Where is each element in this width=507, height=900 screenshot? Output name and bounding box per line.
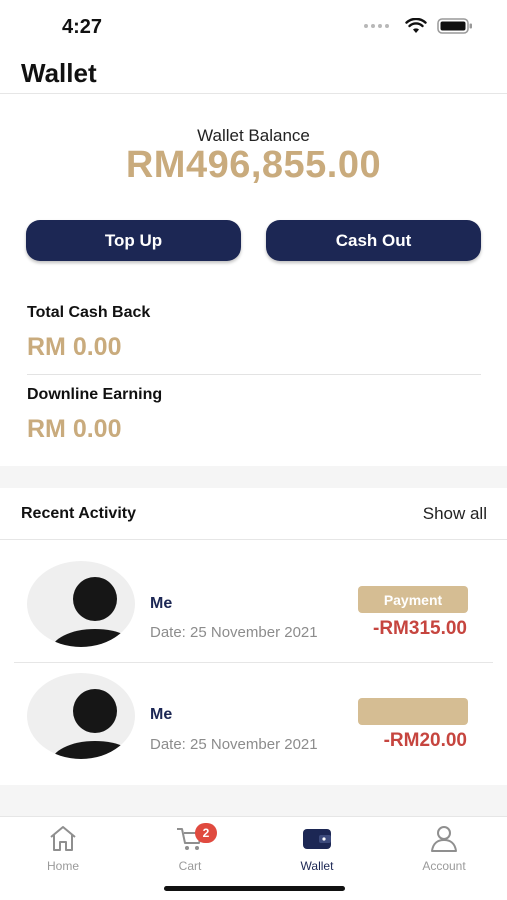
- battery-icon: [437, 18, 472, 34]
- activity-name: Me: [150, 595, 173, 612]
- tab-account-label: Account: [422, 859, 466, 873]
- tab-cart-label: Cart: [178, 859, 202, 873]
- downline-earning-value: RM 0.00: [27, 415, 122, 443]
- cart-count-badge: 2: [195, 823, 217, 843]
- activity-amount: -RM20.00: [383, 730, 467, 751]
- show-all-link[interactable]: Show all: [423, 504, 487, 524]
- activity-type-badge: Payment: [358, 586, 468, 613]
- total-cash-back-value: RM 0.00: [27, 333, 122, 361]
- section-separator: [0, 466, 507, 488]
- activity-type-badge: [358, 698, 468, 725]
- avatar-icon: [27, 673, 135, 759]
- cash-out-button[interactable]: Cash Out: [266, 220, 481, 261]
- avatar-icon: [27, 561, 135, 647]
- status-icons: [364, 18, 473, 34]
- activity-row[interactable]: Me Date: 25 November 2021 -RM20.00: [0, 663, 507, 774]
- tab-wallet-label: Wallet: [300, 859, 334, 873]
- activity-amount: -RM315.00: [373, 618, 467, 639]
- tab-cart[interactable]: 2 Cart: [135, 821, 245, 873]
- tab-home[interactable]: Home: [8, 821, 118, 873]
- activity-date: Date: 25 November 2021: [150, 624, 318, 641]
- home-icon: [8, 821, 118, 855]
- signal-icon: [364, 24, 389, 28]
- page-title: Wallet: [21, 58, 97, 88]
- recent-activity-header: Recent Activity Show all: [0, 488, 507, 540]
- status-bar: 4:27: [0, 0, 507, 48]
- wallet-icon: [262, 821, 372, 855]
- activity-name: Me: [150, 706, 173, 723]
- downline-earning-label: Downline Earning: [27, 386, 163, 403]
- person-icon: [389, 821, 499, 855]
- top-up-button[interactable]: Top Up: [26, 220, 241, 261]
- wallet-balance-amount: RM496,855.00: [125, 144, 382, 186]
- cart-icon: [135, 821, 245, 855]
- status-time: 4:27: [62, 16, 103, 38]
- tab-home-label: Home: [46, 859, 79, 873]
- bottom-spacer: [0, 785, 507, 816]
- wifi-icon: [405, 18, 427, 33]
- header: Wallet: [0, 48, 507, 94]
- total-cash-back-label: Total Cash Back: [27, 304, 151, 321]
- tab-account[interactable]: Account: [389, 821, 499, 873]
- stats-divider: [27, 374, 481, 375]
- home-indicator: [164, 886, 345, 891]
- wallet-balance-label: Wallet Balance: [197, 126, 310, 145]
- tab-wallet[interactable]: Wallet: [262, 821, 372, 873]
- activity-row[interactable]: Me Date: 25 November 2021 Payment -RM315…: [0, 551, 507, 662]
- activity-date: Date: 25 November 2021: [150, 736, 318, 753]
- recent-activity-title: Recent Activity: [21, 505, 136, 522]
